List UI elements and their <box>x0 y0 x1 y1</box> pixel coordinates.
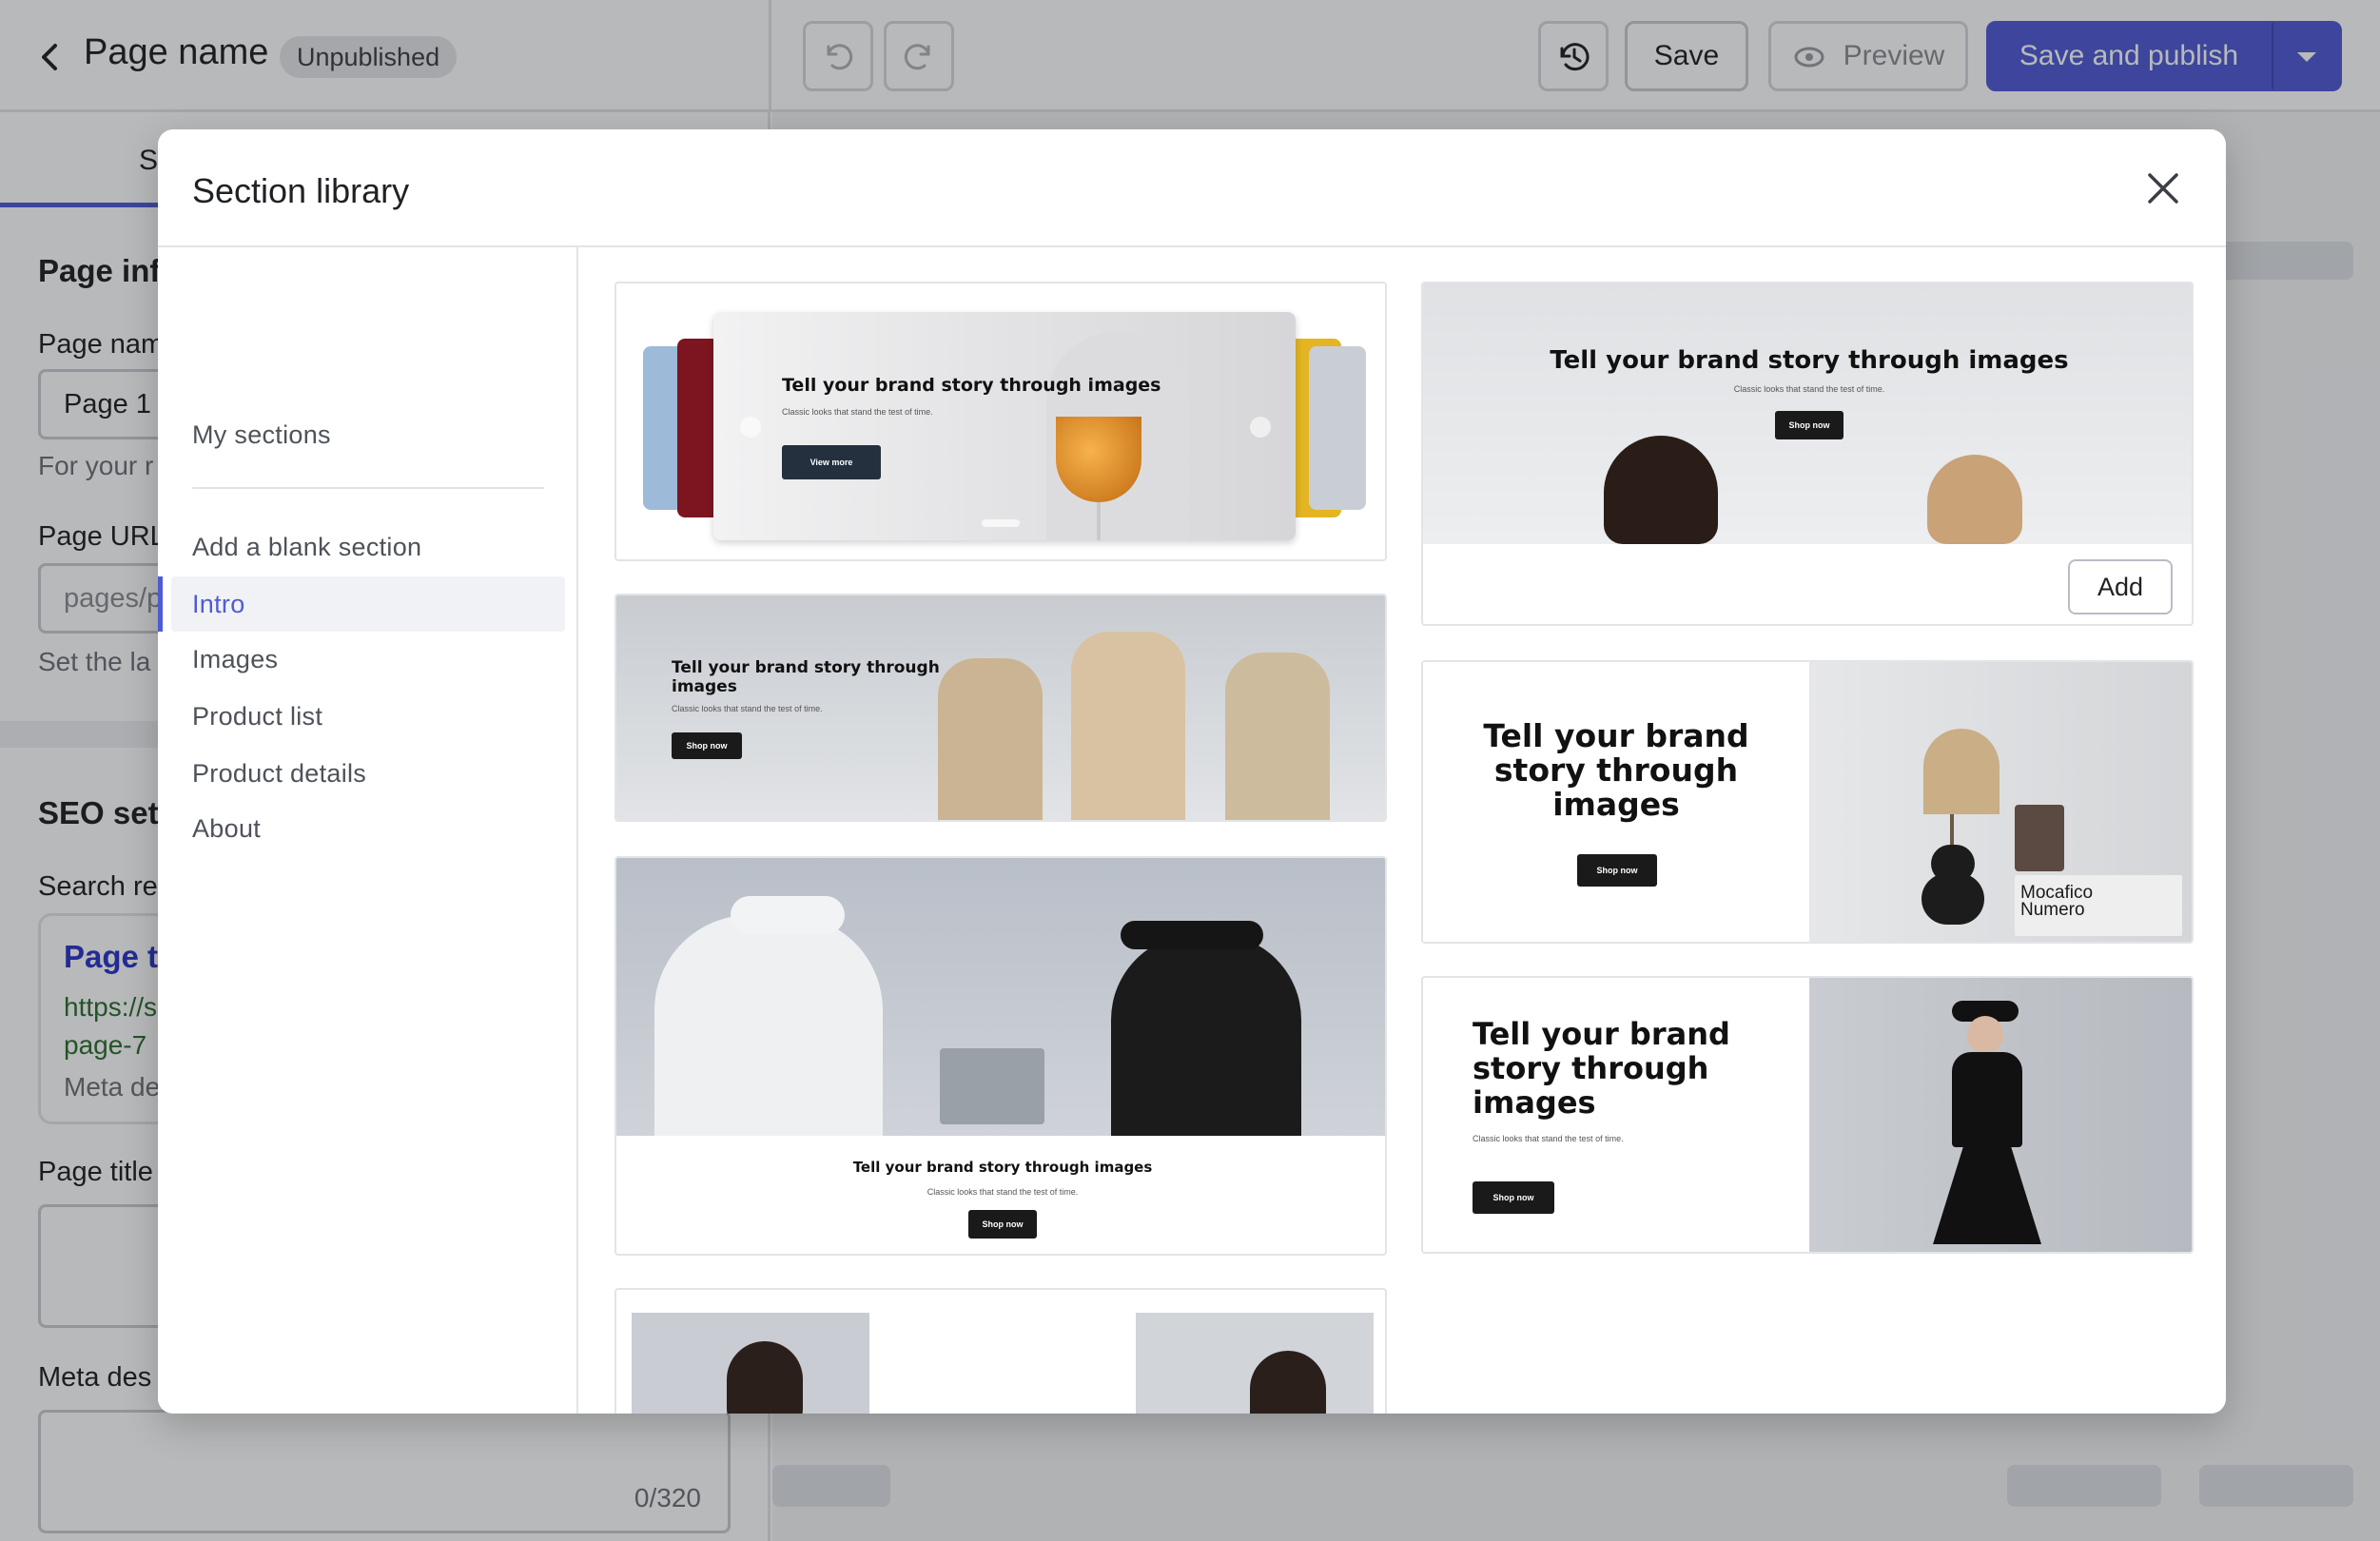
chessboard-image <box>940 1048 1044 1124</box>
dress-top-image <box>1952 1052 2022 1147</box>
thumb-headline-line3: images <box>1473 1084 1596 1121</box>
nav-item-my-sections[interactable]: My sections <box>192 420 331 450</box>
model-image <box>938 658 1043 820</box>
thumb-subtext: Classic looks that stand the test of tim… <box>782 407 933 417</box>
thumb-subtext: Classic looks that stand the test of tim… <box>1733 384 1885 394</box>
thumb-view-more-button: View more <box>782 445 881 479</box>
vase-image: Mocafico Numero <box>1809 662 2192 942</box>
thumb-headline-line1: Tell your brand <box>1483 717 1749 754</box>
section-library-modal: Section library My sections Add a blank … <box>158 129 2226 1414</box>
section-card-carousel[interactable]: Tell your brand story through images Cla… <box>615 282 1387 561</box>
section-card-banner-models[interactable]: Tell your brand story through images Cla… <box>615 594 1387 822</box>
nav-item-add-blank-section[interactable]: Add a blank section <box>192 533 421 562</box>
book-title-line2: Numero <box>2020 900 2085 920</box>
chess-image <box>616 858 1385 1136</box>
thumb-headline-line2: story through <box>1493 751 1739 789</box>
thumb-shop-now-button: Shop now <box>1577 854 1657 887</box>
nav-divider <box>192 487 544 489</box>
banner-preview: Tell your brand story through images Cla… <box>616 595 1385 820</box>
candle-image <box>2015 805 2064 871</box>
person-black-image <box>1111 934 1301 1136</box>
thumb-subtext: Classic looks that stand the test of tim… <box>1473 1134 1624 1143</box>
glass-stem <box>1097 502 1101 540</box>
dress-skirt-image <box>1933 1140 2041 1244</box>
carousel-preview: Tell your brand story through images Cla… <box>643 312 1366 540</box>
thumb-headline-line2: story through <box>1473 1050 1709 1086</box>
glass-image <box>1056 417 1141 502</box>
dried-palm-image <box>1923 729 2000 814</box>
split-text-side: Tell your brand story through images Sho… <box>1423 662 1809 942</box>
thumb-headline: Tell your brand story through images <box>1550 346 2069 375</box>
carousel-prev-icon <box>740 417 761 438</box>
section-thumbnails-grid: Tell your brand story through images Cla… <box>580 247 2226 1414</box>
thumb-headline-line3: images <box>1552 786 1680 823</box>
nav-item-product-details[interactable]: Product details <box>192 759 366 789</box>
hero-preview: Tell your brand story through images Cla… <box>1423 283 2192 544</box>
model-image <box>1225 653 1330 820</box>
add-section-button[interactable]: Add <box>2068 559 2173 614</box>
slide-right-far <box>1309 346 1366 510</box>
modal-title: Section library <box>192 171 410 210</box>
section-card-chess-hero[interactable]: Tell your brand story through images Cla… <box>615 856 1387 1256</box>
portrait-image <box>1604 436 1718 544</box>
portrait-face <box>1250 1351 1326 1414</box>
carousel-next-icon <box>1250 417 1271 438</box>
thumb-headline-line2: images <box>672 677 737 696</box>
thumb-headline: Tell your brand story through images <box>852 1159 1153 1176</box>
nav-active-indicator <box>158 576 163 632</box>
face-image <box>1967 1016 2003 1054</box>
thumb-subtext: Classic looks that stand the test of tim… <box>927 1187 1079 1197</box>
section-card-split-vase[interactable]: Tell your brand story through images Sho… <box>1421 660 2194 944</box>
thumb-shop-now-button: Shop now <box>1473 1181 1554 1214</box>
vase-bottom <box>1922 873 1984 925</box>
portrait-image <box>1927 455 2022 544</box>
black-hat-image <box>1121 921 1263 949</box>
nav-item-product-list[interactable]: Product list <box>192 702 322 731</box>
close-button[interactable] <box>2144 169 2182 207</box>
thumb-headline-line1: Tell your brand story through <box>672 658 940 677</box>
thumb-headline: Tell your brand story through images <box>782 375 1161 396</box>
nav-item-images[interactable]: Images <box>192 645 278 674</box>
white-hat-image <box>731 896 845 934</box>
nav-item-intro[interactable]: Intro <box>192 590 245 619</box>
section-card-hero-portraits[interactable]: Tell your brand story through images Cla… <box>1421 282 2194 626</box>
split-text-side: Tell your brand story through images Cla… <box>1423 978 1809 1252</box>
nav-item-about[interactable]: About <box>192 814 261 844</box>
carousel-dots <box>982 519 1020 527</box>
fashion-model-image <box>1809 978 2192 1252</box>
section-card-split-fashion[interactable]: Tell your brand story through images Cla… <box>1421 976 2194 1254</box>
portrait-image <box>632 1313 869 1414</box>
model-image <box>1071 632 1185 820</box>
thumb-subtext: Classic looks that stand the test of tim… <box>672 704 823 713</box>
portrait-face <box>727 1341 803 1414</box>
thumb-headline-line1: Tell your brand <box>1473 1016 1730 1052</box>
thumb-shop-now-button: Shop now <box>968 1210 1037 1239</box>
modal-header: Section library <box>158 129 2226 247</box>
portrait-image <box>1136 1313 1374 1414</box>
close-icon <box>2148 173 2178 204</box>
section-card-portrait-pair[interactable] <box>615 1288 1387 1414</box>
book-image: Mocafico Numero <box>2015 875 2182 936</box>
thumb-shop-now-button: Shop now <box>672 732 742 759</box>
section-category-nav: My sections Add a blank section Intro Im… <box>158 247 578 1414</box>
person-white-image <box>654 915 883 1136</box>
thumb-shop-now-button: Shop now <box>1775 411 1844 439</box>
slide-active: Tell your brand story through images Cla… <box>713 312 1296 540</box>
